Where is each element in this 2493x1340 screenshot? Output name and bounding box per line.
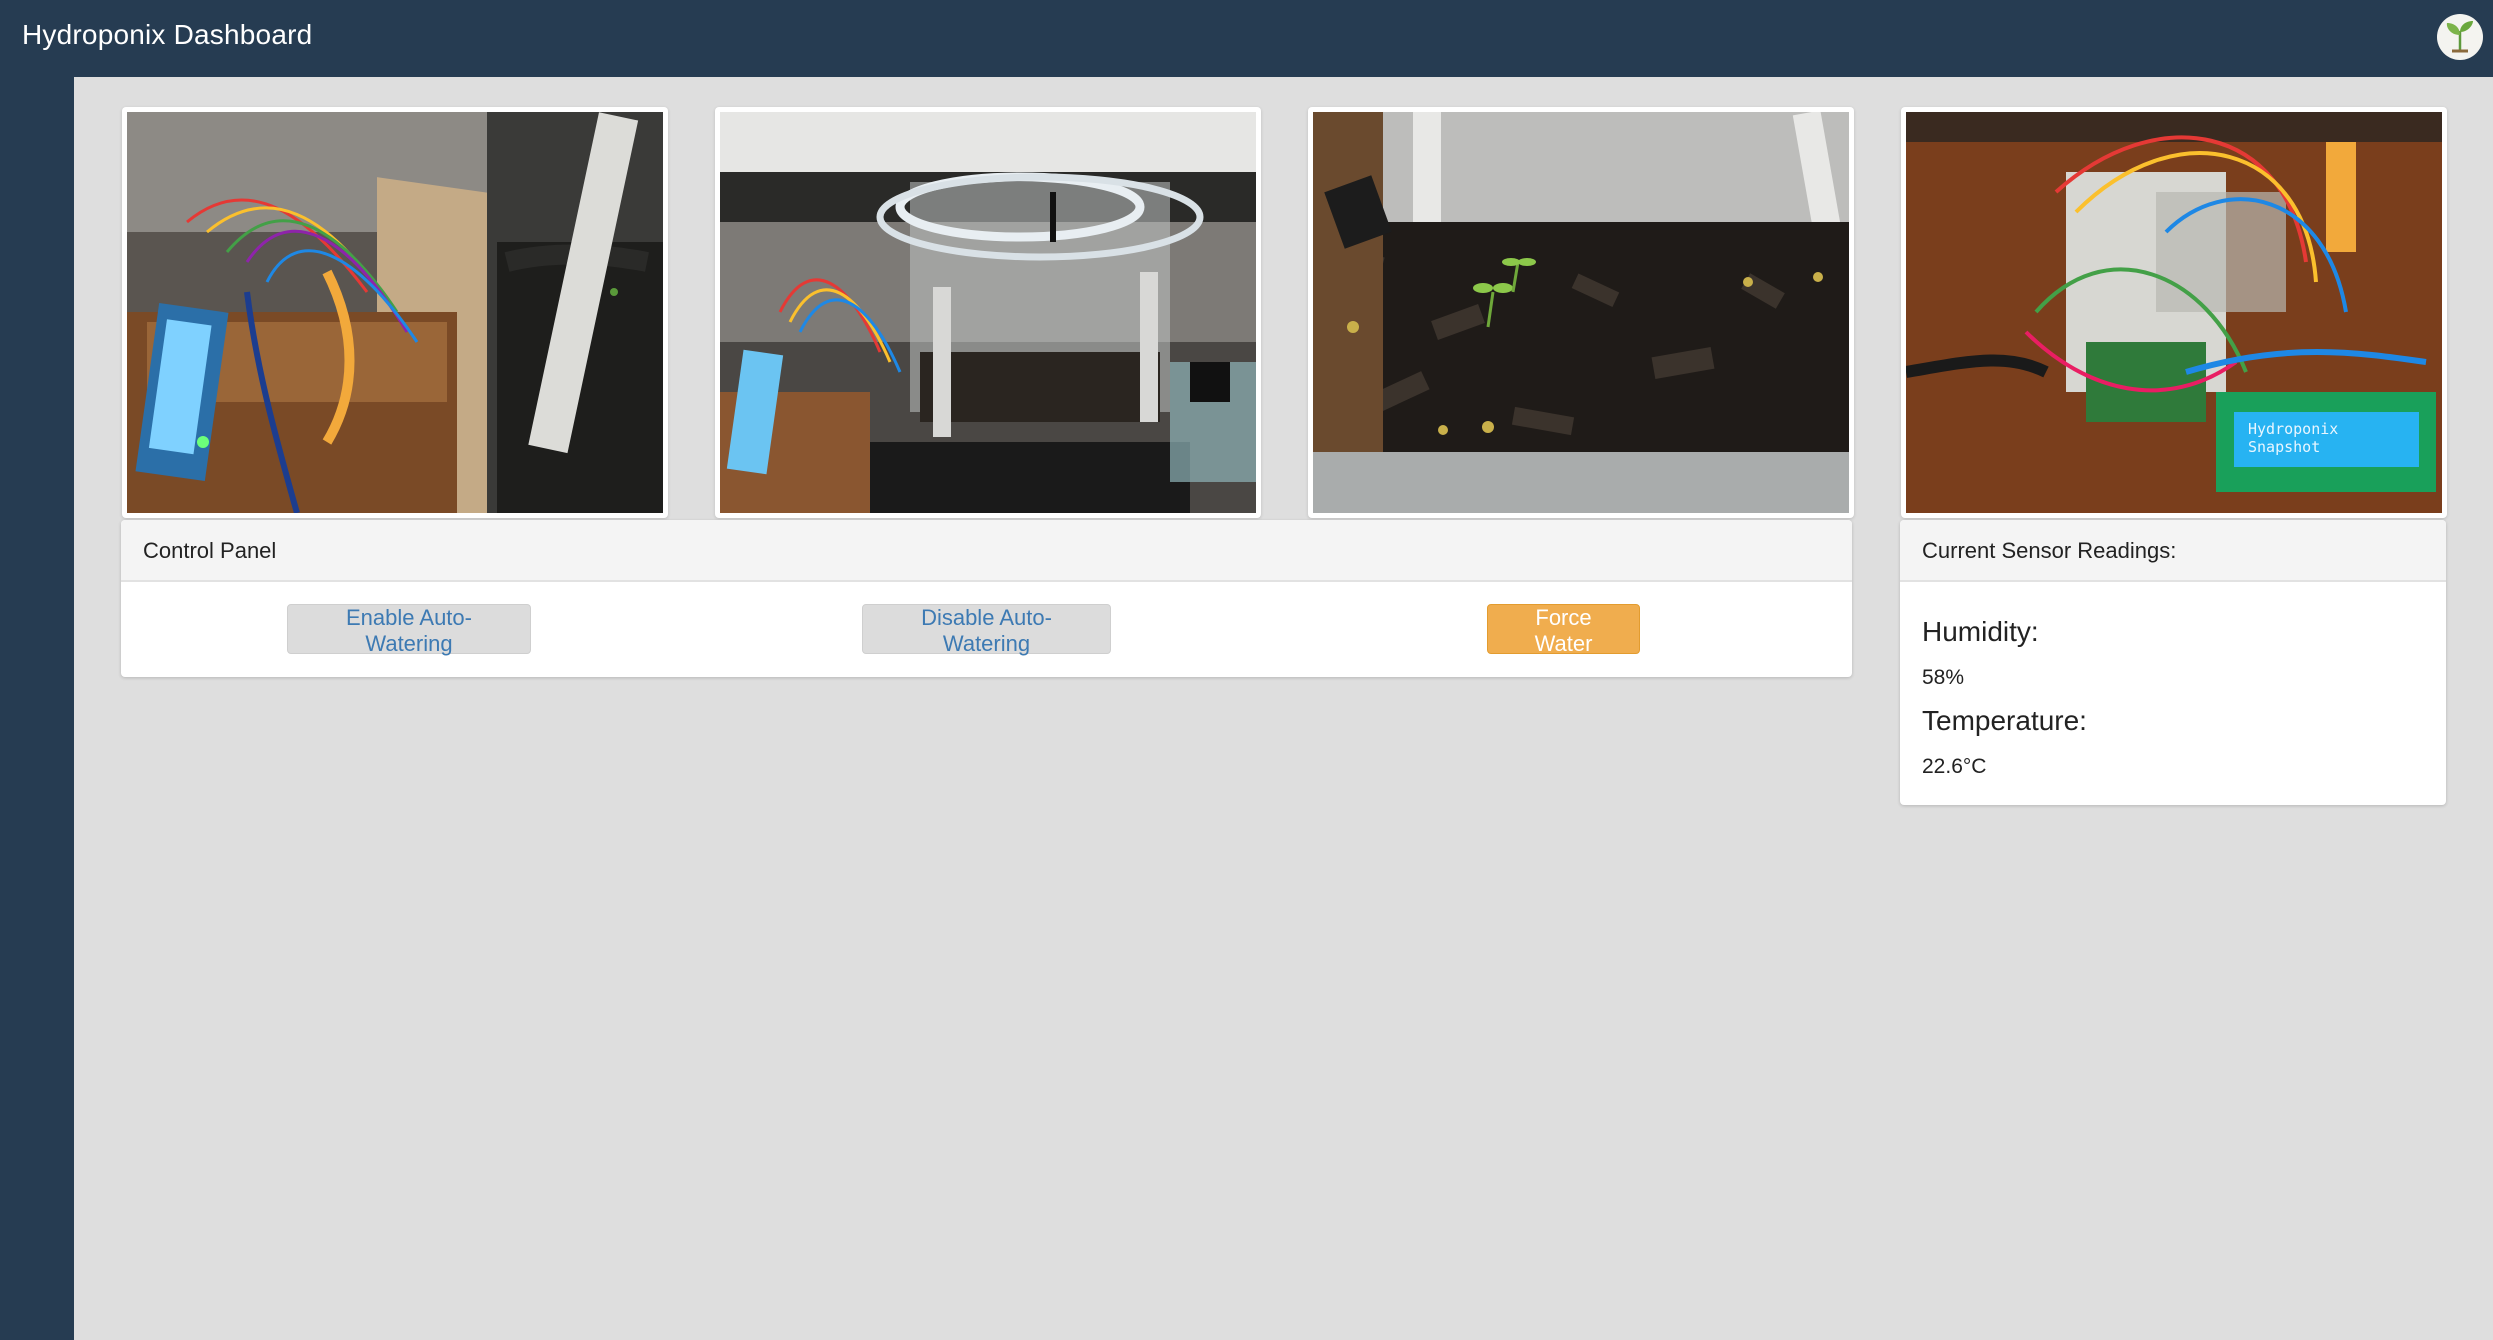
control-panel-title: Control Panel (121, 520, 1852, 582)
humidity-value: 58% (1922, 666, 1965, 689)
disable-auto-watering-button[interactable]: Disable Auto-Watering (862, 604, 1111, 656)
wiring-board-photo: Hydroponix Snapshot (1901, 107, 2447, 518)
temperature-value: 22.6°C (1922, 755, 1987, 778)
app-title[interactable]: Hydroponix Dashboard (22, 19, 312, 51)
enable-auto-watering-button[interactable]: Enable Auto-Watering (287, 604, 531, 656)
leaf-logo-icon[interactable] (2437, 14, 2483, 60)
arduino-lcd-planter-image (127, 112, 663, 513)
arduino-lcd-planter-photo (122, 107, 668, 518)
reservoir-pump-image (720, 112, 1256, 513)
reservoir-pump-photo (715, 107, 1261, 518)
lcd-line: Hydroponix (2248, 420, 2338, 438)
wiring-board-image: Hydroponix Snapshot (1906, 112, 2442, 513)
lcd-line: Snapshot (2248, 438, 2320, 456)
force-water-button[interactable]: Force Water (1487, 604, 1640, 656)
seedlings-soil-photo (1308, 107, 1854, 518)
sensor-readings-title: Current Sensor Readings: (1900, 520, 2446, 582)
humidity-label: Humidity: (1922, 616, 2039, 647)
seedlings-soil-image (1313, 112, 1849, 513)
temperature-label: Temperature: (1922, 705, 2087, 736)
top-navbar: Hydroponix Dashboard (0, 0, 2493, 77)
